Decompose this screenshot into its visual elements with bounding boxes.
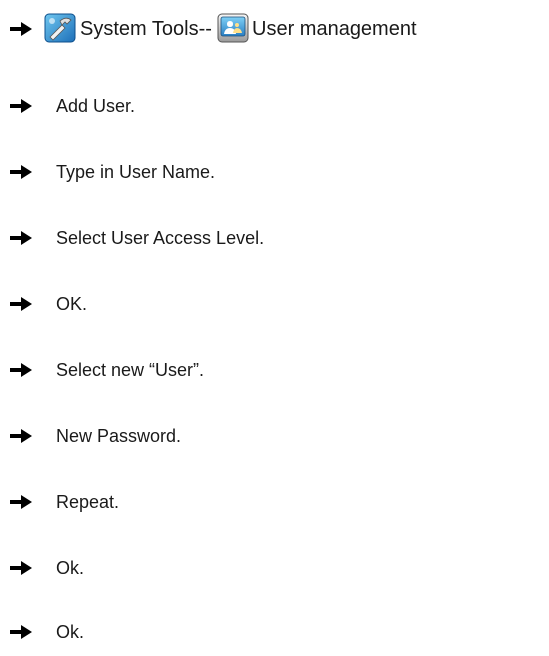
right-arrow-icon	[10, 363, 32, 377]
step-select-new-user: Select new “User”.	[0, 352, 549, 388]
user-management-icon	[217, 13, 249, 43]
right-arrow-icon	[10, 297, 32, 311]
step-repeat: Repeat.	[0, 484, 549, 520]
step-text: Select User Access Level.	[56, 228, 265, 248]
step-text: Ok.	[56, 622, 85, 642]
step-text: OK.	[56, 294, 88, 314]
user-management-label: User management	[252, 18, 417, 40]
step-type-user-name: Type in User Name.	[0, 154, 549, 190]
step-ok-2: Ok.	[0, 550, 549, 586]
step-system-tools: System Tools-- User management	[0, 10, 549, 46]
system-tools-icon	[44, 13, 76, 43]
right-arrow-icon	[10, 561, 32, 575]
right-arrow-icon	[10, 22, 32, 36]
step-text: New Password.	[56, 426, 182, 446]
instruction-steps: System Tools-- User management Add User.…	[0, 0, 549, 656]
right-arrow-icon	[10, 231, 32, 245]
step-text: Repeat.	[56, 492, 120, 512]
step-text: Ok.	[56, 558, 85, 578]
step-text: Type in User Name.	[56, 162, 216, 182]
right-arrow-icon	[10, 429, 32, 443]
step-add-user: Add User.	[0, 88, 549, 124]
step-text: Select new “User”.	[56, 360, 205, 380]
step-select-access-level: Select User Access Level.	[0, 220, 549, 256]
right-arrow-icon	[10, 625, 32, 639]
step-new-password: New Password.	[0, 418, 549, 454]
system-tools-label: System Tools--	[80, 18, 212, 40]
right-arrow-icon	[10, 495, 32, 509]
step-ok-1: OK.	[0, 286, 549, 322]
step-text: Add User.	[56, 96, 136, 116]
right-arrow-icon	[10, 165, 32, 179]
right-arrow-icon	[10, 99, 32, 113]
step-ok-3: Ok.	[0, 614, 549, 650]
